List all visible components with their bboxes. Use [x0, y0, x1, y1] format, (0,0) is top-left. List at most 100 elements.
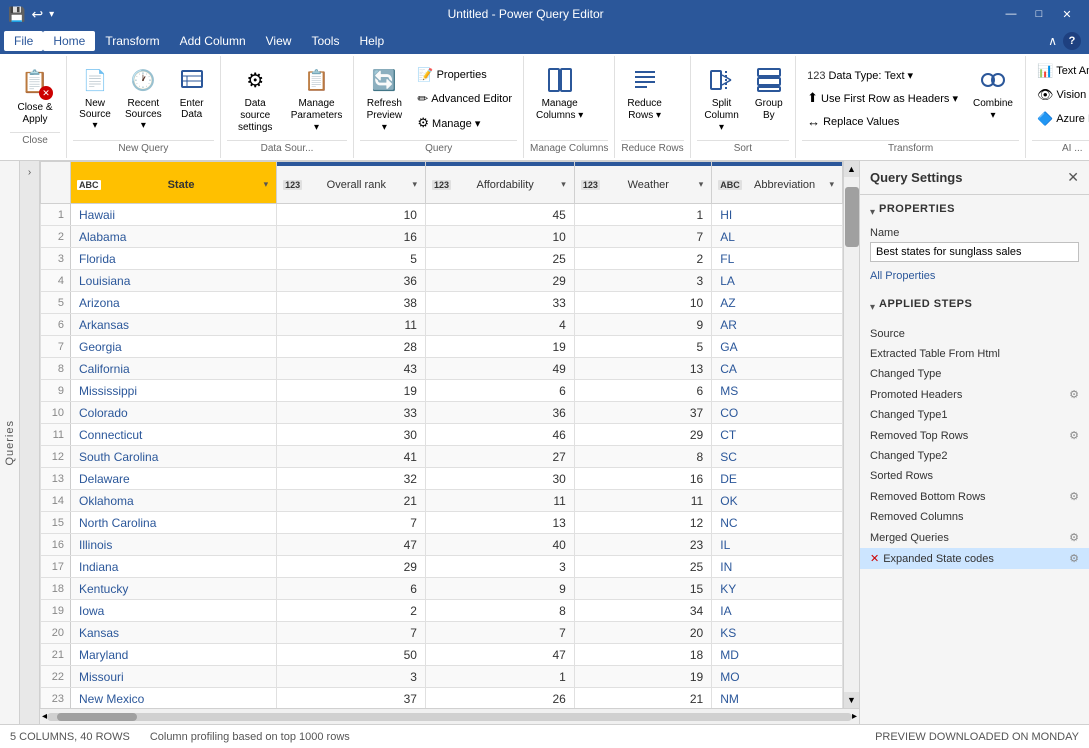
- menu-tab-file[interactable]: File: [4, 31, 43, 51]
- scroll-right-button[interactable]: ▸: [852, 711, 857, 722]
- menu-tab-home[interactable]: Home: [43, 31, 95, 51]
- group-by-button[interactable]: GroupBy: [748, 60, 789, 138]
- minimize-button[interactable]: —: [997, 0, 1025, 28]
- col-header-state[interactable]: ABC State ▾: [71, 162, 277, 204]
- reduce-rows-button[interactable]: ReduceRows ▾: [621, 60, 667, 138]
- menu-tab-help[interactable]: Help: [349, 31, 394, 51]
- applied-step-item[interactable]: Promoted Headers ⚙: [860, 384, 1089, 405]
- close-apply-button[interactable]: 📋 ✕ Close &Apply: [10, 60, 60, 130]
- table-row[interactable]: 2 Alabama 16 10 7 AL: [41, 226, 843, 248]
- applied-step-item[interactable]: Sorted Rows: [860, 466, 1089, 486]
- applied-step-item[interactable]: Removed Bottom Rows ⚙: [860, 486, 1089, 507]
- manage-columns-button[interactable]: ManageColumns ▾: [530, 60, 589, 138]
- scroll-thumb[interactable]: [845, 187, 859, 247]
- table-row[interactable]: 8 California 43 49 13 CA: [41, 358, 843, 380]
- h-scroll-thumb[interactable]: [57, 713, 137, 721]
- query-name-input[interactable]: [870, 242, 1079, 262]
- all-properties-link[interactable]: All Properties: [870, 270, 935, 282]
- query-settings-close-button[interactable]: ✕: [1067, 169, 1079, 186]
- applied-step-item[interactable]: Changed Type2: [860, 446, 1089, 466]
- table-row[interactable]: 1 Hawaii 10 45 1 HI: [41, 204, 843, 226]
- maximize-button[interactable]: □: [1025, 0, 1053, 28]
- replace-values-button[interactable]: ↔ Replace Values: [802, 111, 963, 132]
- menu-tab-add-column[interactable]: Add Column: [170, 31, 256, 51]
- use-first-row-button[interactable]: ⬆ Use First Row as Headers ▾: [802, 87, 963, 109]
- afford-filter-icon[interactable]: ▾: [559, 177, 568, 192]
- table-row[interactable]: 21 Maryland 50 47 18 MD: [41, 644, 843, 666]
- scroll-up-button[interactable]: ▲: [844, 161, 859, 177]
- cell-afford: 33: [425, 292, 574, 314]
- applied-step-item[interactable]: Extracted Table From Html: [860, 344, 1089, 364]
- text-analytics-button[interactable]: 📊 Text Ana...: [1032, 60, 1089, 82]
- table-row[interactable]: 7 Georgia 28 19 5 GA: [41, 336, 843, 358]
- step-gear-icon[interactable]: ⚙: [1069, 552, 1079, 565]
- expand-queries-button[interactable]: ›: [20, 161, 40, 724]
- table-row[interactable]: 5 Arizona 38 33 10 AZ: [41, 292, 843, 314]
- applied-step-item[interactable]: Removed Top Rows ⚙: [860, 425, 1089, 446]
- data-source-settings-button[interactable]: ⚙ Data sourcesettings: [227, 60, 284, 138]
- new-source-button[interactable]: 📄 NewSource ▾: [73, 60, 117, 135]
- col-header-abbr[interactable]: ABC Abbreviation ▾: [712, 162, 843, 204]
- table-row[interactable]: 12 South Carolina 41 27 8 SC: [41, 446, 843, 468]
- col-header-afford[interactable]: 123 Affordability ▾: [425, 162, 574, 204]
- manage-parameters-button[interactable]: 📋 ManageParameters ▾: [286, 60, 348, 138]
- table-row[interactable]: 19 Iowa 2 8 34 IA: [41, 600, 843, 622]
- step-gear-icon[interactable]: ⚙: [1069, 531, 1079, 544]
- data-grid[interactable]: ABC State ▾ 123: [40, 161, 859, 708]
- col-header-rank[interactable]: 123 Overall rank ▾: [277, 162, 426, 204]
- refresh-preview-button[interactable]: 🔄 RefreshPreview ▾: [360, 60, 408, 138]
- table-row[interactable]: 14 Oklahoma 21 11 11 OK: [41, 490, 843, 512]
- abbr-filter-icon[interactable]: ▾: [827, 177, 836, 192]
- state-filter-icon[interactable]: ▾: [262, 177, 271, 192]
- menu-tab-transform[interactable]: Transform: [95, 31, 169, 51]
- table-row[interactable]: 17 Indiana 29 3 25 IN: [41, 556, 843, 578]
- table-row[interactable]: 18 Kentucky 6 9 15 KY: [41, 578, 843, 600]
- table-row[interactable]: 15 North Carolina 7 13 12 NC: [41, 512, 843, 534]
- step-gear-icon[interactable]: ⚙: [1069, 388, 1079, 401]
- table-row[interactable]: 16 Illinois 47 40 23 IL: [41, 534, 843, 556]
- table-row[interactable]: 10 Colorado 33 36 37 CO: [41, 402, 843, 424]
- save-icon[interactable]: 💾: [8, 6, 25, 23]
- table-row[interactable]: 13 Delaware 32 30 16 DE: [41, 468, 843, 490]
- combine-button[interactable]: Combine ▾: [967, 60, 1019, 126]
- table-row[interactable]: 6 Arkansas 11 4 9 AR: [41, 314, 843, 336]
- enter-data-button[interactable]: EnterData: [170, 60, 214, 124]
- weather-filter-icon[interactable]: ▾: [697, 177, 706, 192]
- horizontal-scrollbar[interactable]: ◂ ▸: [40, 708, 859, 724]
- table-row[interactable]: 11 Connecticut 30 46 29 CT: [41, 424, 843, 446]
- h-scroll-track[interactable]: [47, 713, 852, 721]
- menu-tab-tools[interactable]: Tools: [301, 31, 349, 51]
- properties-button[interactable]: 📝 Properties: [412, 64, 517, 86]
- manage-button[interactable]: ⚙ Manage ▾: [412, 112, 517, 134]
- dropdown-icon[interactable]: ▾: [49, 9, 54, 20]
- step-gear-icon[interactable]: ⚙: [1069, 490, 1079, 503]
- close-button[interactable]: ✕: [1053, 0, 1081, 28]
- ribbon-expand-icon[interactable]: ∧: [1048, 34, 1057, 48]
- vertical-scrollbar[interactable]: ▲ ▼: [843, 161, 859, 708]
- azure-ml-button[interactable]: 🔷 Azure M...: [1032, 108, 1089, 130]
- table-row[interactable]: 4 Louisiana 36 29 3 LA: [41, 270, 843, 292]
- col-header-weather[interactable]: 123 Weather ▾: [574, 162, 711, 204]
- table-row[interactable]: 3 Florida 5 25 2 FL: [41, 248, 843, 270]
- applied-step-item[interactable]: Removed Columns: [860, 507, 1089, 527]
- applied-step-item[interactable]: ✕ Expanded State codes ⚙: [860, 548, 1089, 569]
- applied-step-item[interactable]: Changed Type1: [860, 405, 1089, 425]
- table-row[interactable]: 23 New Mexico 37 26 21 NM: [41, 688, 843, 709]
- scroll-down-button[interactable]: ▼: [844, 692, 859, 708]
- help-button[interactable]: ?: [1063, 32, 1081, 50]
- menu-tab-view[interactable]: View: [256, 31, 302, 51]
- applied-step-item[interactable]: Source: [860, 324, 1089, 344]
- applied-step-item[interactable]: Changed Type: [860, 364, 1089, 384]
- advanced-editor-button[interactable]: ✏ Advanced Editor: [412, 88, 517, 110]
- step-gear-icon[interactable]: ⚙: [1069, 429, 1079, 442]
- recent-sources-button[interactable]: 🕐 RecentSources ▾: [119, 60, 168, 135]
- split-column-button[interactable]: SplitColumn ▾: [697, 60, 747, 138]
- table-row[interactable]: 20 Kansas 7 7 20 KS: [41, 622, 843, 644]
- rank-filter-icon[interactable]: ▾: [410, 177, 419, 192]
- table-row[interactable]: 22 Missouri 3 1 19 MO: [41, 666, 843, 688]
- vision-button[interactable]: 👁 Vision: [1032, 84, 1089, 106]
- applied-step-item[interactable]: Merged Queries ⚙: [860, 527, 1089, 548]
- table-row[interactable]: 9 Mississippi 19 6 6 MS: [41, 380, 843, 402]
- data-type-button[interactable]: 123 Data Type: Text ▾: [802, 66, 963, 85]
- undo-icon[interactable]: ↩: [31, 6, 43, 23]
